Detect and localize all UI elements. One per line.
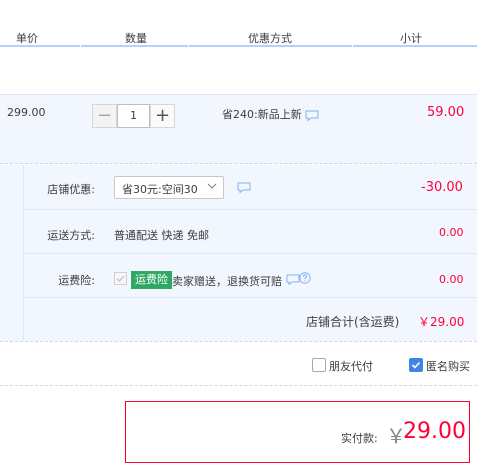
column-discount-header: 优惠方式 [248, 32, 292, 45]
shop-discount-label: 店铺优惠: [47, 183, 95, 196]
quantity-input[interactable]: 1 [117, 104, 150, 128]
friend-pay-label: 朋友代付 [329, 360, 373, 373]
column-quantity-header: 数量 [125, 32, 147, 45]
header-separator [188, 43, 189, 47]
row-divider [23, 209, 477, 210]
shipping-method-label: 运送方式: [47, 229, 95, 242]
increase-quantity-button[interactable]: + [150, 104, 175, 128]
checkmark-icon [411, 361, 421, 369]
checkmark-icon [116, 275, 125, 283]
column-price-header: 单价 [16, 32, 38, 45]
chevron-down-icon [207, 183, 217, 189]
row-divider [23, 297, 477, 298]
header-separator [80, 43, 81, 47]
item-unit-price: 299.00 [7, 106, 46, 119]
shop-total-label: 店铺合计(含运费) [306, 315, 400, 329]
header-underline [0, 45, 477, 47]
panel-left-divider [0, 165, 24, 341]
shop-discount-select[interactable]: 省30元:空间30 [114, 176, 224, 199]
payment-amount: 29.00 [403, 419, 466, 444]
anonymous-purchase-checkbox[interactable] [409, 358, 423, 372]
shipping-amount: 0.00 [439, 226, 464, 239]
shop-discount-selected-value: 省30元:空间30 [122, 183, 198, 196]
message-icon[interactable] [305, 110, 319, 121]
shipping-insurance-label: 运费险: [58, 274, 95, 287]
cart-item-row [0, 94, 477, 164]
anonymous-purchase-label: 匿名购买 [426, 360, 470, 373]
insurance-description: 卖家赠送，退换货可赔 [172, 275, 282, 288]
insurance-amount: 0.00 [439, 273, 464, 286]
message-icon[interactable] [237, 182, 251, 193]
row-divider [23, 253, 477, 254]
column-subtotal-header: 小计 [400, 32, 422, 45]
header-separator [352, 43, 353, 47]
insurance-badge: 运费险 [131, 271, 172, 289]
section-divider [0, 385, 477, 386]
table-header: 单价 数量 优惠方式 小计 [0, 0, 477, 47]
section-divider [0, 341, 477, 342]
friend-pay-checkbox[interactable] [312, 358, 326, 372]
item-discount-text: 省240:新品上新 [222, 108, 302, 121]
shop-discount-amount: -30.00 [421, 180, 463, 195]
question-icon[interactable] [299, 272, 311, 284]
message-icon[interactable] [286, 274, 300, 285]
insurance-checkbox [114, 272, 127, 285]
shop-total-amount: ￥29.00 [418, 315, 465, 329]
quantity-stepper: − 1 + [92, 104, 175, 128]
shipping-method-value: 普通配送 快递 免邮 [114, 229, 209, 242]
payment-label: 实付款: [341, 432, 378, 445]
decrease-quantity-button[interactable]: − [92, 104, 117, 128]
item-subtotal: 59.00 [427, 105, 465, 120]
